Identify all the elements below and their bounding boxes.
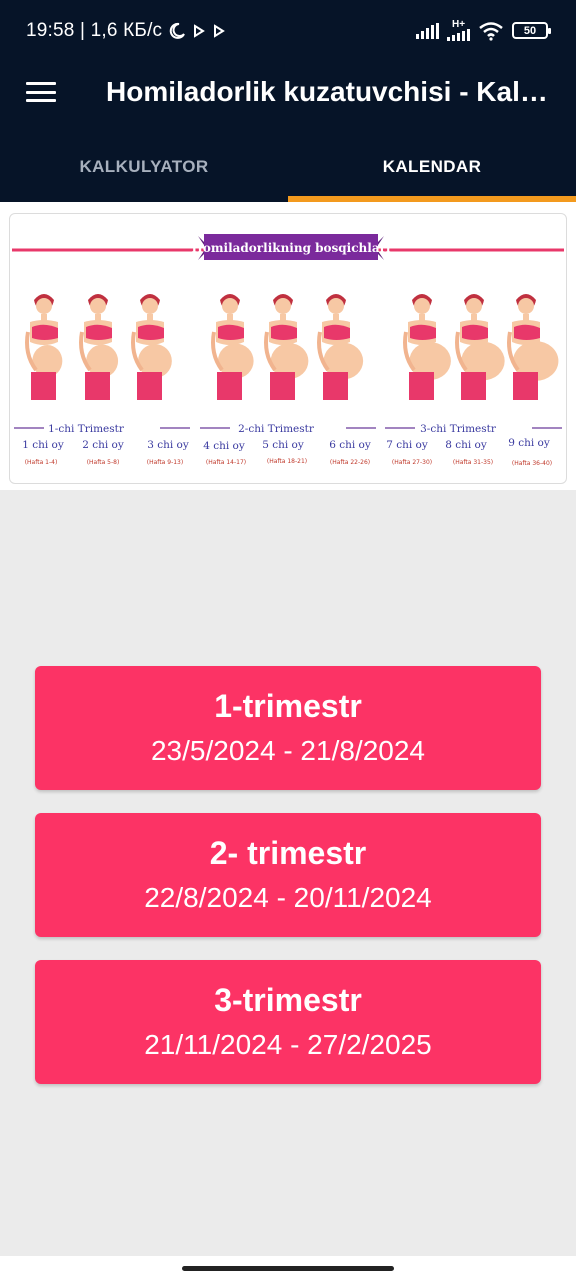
- week-range: (Hafta 5-8): [87, 459, 120, 466]
- wifi-icon: [479, 21, 503, 41]
- month-label: 1 chi oy: [22, 439, 64, 451]
- hamburger-menu-icon[interactable]: [26, 80, 56, 104]
- trimester-label-2: 2-chi Trimestr: [238, 423, 315, 435]
- woman-figure: [455, 294, 505, 400]
- trimester-label-3: 3-chi Trimestr: [420, 423, 497, 435]
- woman-figure: [131, 294, 172, 400]
- trimester-date-range: 21/11/2024 - 27/2/2025: [144, 1029, 432, 1060]
- month-label: 8 chi oy: [445, 439, 487, 451]
- week-range: (Hafta 1-4): [25, 459, 58, 466]
- month-label: 4 chi oy: [203, 440, 245, 452]
- tab-bar: KALKULYATOR KALENDAR: [0, 132, 576, 202]
- signal-icon: [416, 22, 439, 39]
- week-range: (Hafta 36-40): [512, 460, 552, 467]
- month-label: 3 chi oy: [147, 439, 189, 451]
- woman-figure: [211, 294, 254, 400]
- week-range: (Hafta 27-30): [392, 459, 432, 466]
- month-label: 9 chi oy: [508, 437, 550, 449]
- gesture-nav-bar: [0, 1256, 576, 1280]
- woman-figure: [507, 294, 559, 400]
- month-label: 7 chi oy: [386, 439, 428, 451]
- month-label: 2 chi oy: [82, 439, 124, 451]
- trimester-date-range: 22/8/2024 - 20/11/2024: [144, 882, 432, 913]
- play-icon: [194, 24, 206, 38]
- trimester-cards: 1-trimestr 23/5/2024 - 21/8/2024 2- trim…: [35, 666, 541, 1107]
- status-right: H+ 50: [416, 19, 551, 41]
- status-bar: 19:58 | 1,6 КБ/с H+ 50: [0, 0, 576, 62]
- status-left: 19:58 | 1,6 КБ/с: [26, 20, 226, 42]
- app-title: Homiladorlik kuzatuvchisi - Kalkulyator: [106, 76, 556, 107]
- battery-icon: 50: [512, 22, 551, 39]
- trimester-card-2[interactable]: 2- trimestr 22/8/2024 - 20/11/2024: [35, 813, 541, 937]
- month-label: 6 chi oy: [329, 439, 371, 451]
- woman-figure: [25, 294, 63, 400]
- women-figures: [25, 294, 559, 400]
- week-range: (Hafta 22-26): [330, 459, 370, 466]
- play-icon: [214, 24, 226, 38]
- stages-banner: Homiladorlikning bosqichlari: [191, 241, 390, 255]
- trimester-card-3[interactable]: 3-trimestr 21/11/2024 - 27/2/2025: [35, 960, 541, 1084]
- signal-icon: [447, 29, 470, 41]
- status-time-speed: 19:58 | 1,6 КБ/с: [26, 20, 163, 41]
- pregnancy-stages-illustration: Homiladorlikning bosqichlari 1-chi Trime…: [9, 213, 567, 484]
- moon-icon: [169, 22, 186, 39]
- illustration-section: Homiladorlikning bosqichlari 1-chi Trime…: [0, 202, 576, 490]
- woman-figure: [317, 294, 364, 400]
- app-bar: Homiladorlik kuzatuvchisi - Kalkulyator: [0, 62, 576, 132]
- woman-figure: [79, 294, 119, 400]
- woman-figure: [264, 294, 309, 400]
- week-range: (Hafta 9-13): [147, 459, 183, 466]
- month-label: 5 chi oy: [262, 439, 304, 451]
- trimester-name: 1-trimestr: [214, 688, 362, 724]
- week-range: (Hafta 18-21): [267, 458, 307, 465]
- week-range: (Hafta 14-17): [206, 459, 246, 466]
- woman-figure: [403, 294, 451, 400]
- tab-kalendar[interactable]: KALENDAR: [288, 132, 576, 202]
- network-type: H+: [451, 19, 466, 30]
- trimester-name: 2- trimestr: [209, 835, 367, 871]
- trimester-date-range: 23/5/2024 - 21/8/2024: [150, 735, 425, 766]
- trimester-label-1: 1-chi Trimestr: [48, 423, 125, 435]
- battery-level: 50: [523, 24, 537, 37]
- pregnancy-stages-image: Homiladorlikning bosqichlari 1-chi Trime…: [12, 234, 564, 467]
- trimester-name: 3-trimestr: [214, 982, 362, 1018]
- trimester-card-1[interactable]: 1-trimestr 23/5/2024 - 21/8/2024: [35, 666, 541, 790]
- home-gesture-handle[interactable]: [182, 1266, 394, 1271]
- week-range: (Hafta 31-35): [453, 459, 493, 466]
- tab-kalkulyator[interactable]: KALKULYATOR: [0, 132, 288, 202]
